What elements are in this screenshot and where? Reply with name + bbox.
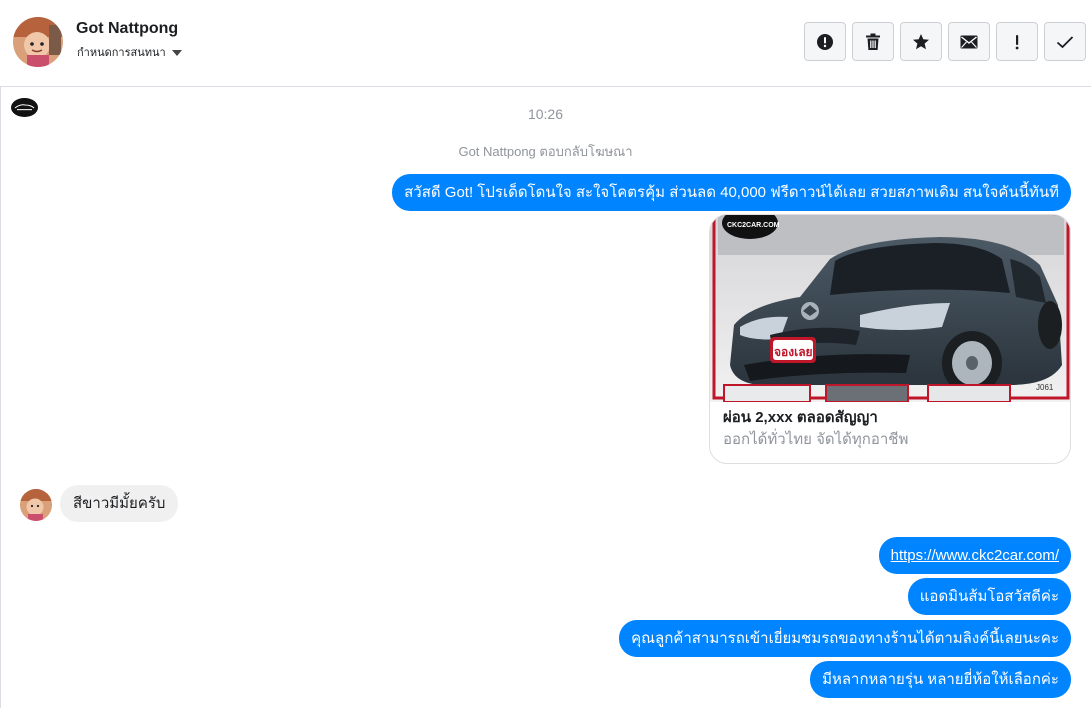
conversation-settings-label: กำหนดการสนทนา: [77, 47, 166, 59]
message-timestamp: 10:26: [527, 106, 564, 122]
trash-icon: [866, 33, 880, 50]
sender-avatar[interactable]: [20, 489, 52, 521]
card-code: J061: [1036, 383, 1054, 392]
conversation-header: Got Nattpong กำหนดการสนทนา: [0, 0, 1091, 87]
car-image: CKC2CAR.COM จองเลย J061: [710, 215, 1070, 402]
envelope-icon: [960, 35, 978, 48]
website-link[interactable]: https://www.ckc2car.com/: [891, 547, 1059, 564]
done-button[interactable]: [1044, 22, 1086, 61]
alert-circle-icon: [817, 33, 833, 50]
outgoing-link-message[interactable]: https://www.ckc2car.com/: [878, 537, 1071, 574]
caret-down-icon: [171, 49, 182, 56]
contact-avatar[interactable]: [13, 17, 63, 67]
star-icon: [913, 33, 929, 49]
incoming-message[interactable]: สีขาวมีมั้ยครับ: [60, 485, 179, 522]
delete-button[interactable]: [852, 22, 894, 61]
header-actions: [804, 22, 1086, 61]
important-button[interactable]: [996, 22, 1038, 61]
ad-reply-note: Got Nattpong ตอบกลับโฆษณา: [458, 144, 633, 159]
star-button[interactable]: [900, 22, 942, 61]
contact-name: Got Nattpong: [76, 20, 179, 37]
conversation-settings-dropdown[interactable]: กำหนดการสนทนา: [77, 43, 182, 61]
report-button[interactable]: [804, 22, 846, 61]
mark-unread-button[interactable]: [948, 22, 990, 61]
outgoing-message[interactable]: แอดมินส้มโอสวัสดีค่ะ: [907, 578, 1071, 615]
ad-card-title: ผ่อน 2,xxx ตลอดสัญญา: [723, 409, 878, 426]
exclamation-icon: [1015, 34, 1019, 49]
checkmark-icon: [1056, 35, 1074, 48]
card-stamp: จองเลย: [774, 345, 813, 359]
ad-card[interactable]: CKC2CAR.COM จองเลย J061 ผ่อน 2,xxx ตลอดส…: [709, 214, 1071, 464]
card-watermark: CKC2CAR.COM: [727, 222, 780, 229]
outgoing-message[interactable]: สวัสดี Got! โปรเด็ดโดนใจ สะใจโคตรคุ้ม ส่…: [392, 174, 1071, 211]
outgoing-message[interactable]: คุณลูกค้าสามารถเข้าเยี่ยมชมรถของทางร้านไ…: [619, 620, 1071, 657]
ad-card-subtitle: ออกได้ทั่วไทย จัดได้ทุกอาชีพ: [723, 431, 909, 448]
outgoing-message[interactable]: มีหลากหลายรุ่น หลายยี่ห้อให้เลือกค่ะ: [810, 661, 1071, 698]
thread-divider: [0, 87, 1, 708]
